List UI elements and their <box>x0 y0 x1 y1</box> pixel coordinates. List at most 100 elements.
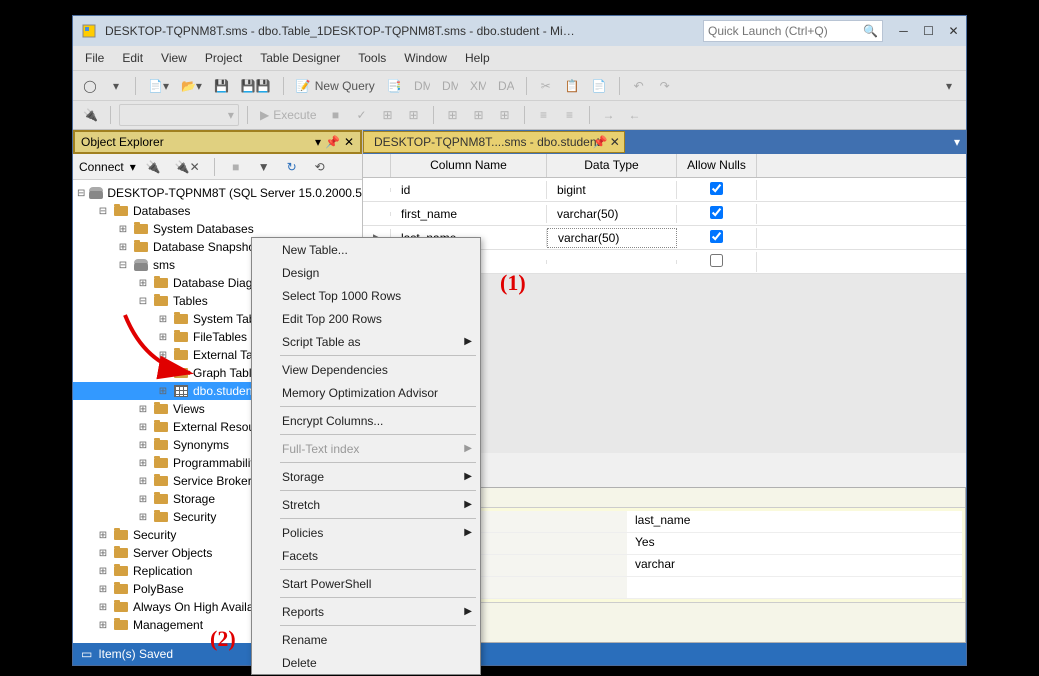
context-menu-item[interactable]: Rename <box>252 628 480 651</box>
close-panel-icon[interactable]: ✕ <box>344 135 354 149</box>
indent-button[interactable]: → <box>598 104 620 126</box>
context-menu-item[interactable]: Delete <box>252 651 480 674</box>
results-text-button[interactable]: ⊞ <box>468 104 490 126</box>
menu-help[interactable]: Help <box>457 49 498 67</box>
plan-button[interactable]: ⊞ <box>377 104 399 126</box>
context-menu-item[interactable]: Reports▶ <box>252 600 480 623</box>
menu-project[interactable]: Project <box>197 49 250 67</box>
close-tab-icon[interactable]: ✕ <box>610 135 620 149</box>
null-checkbox[interactable] <box>710 254 723 267</box>
null-checkbox[interactable] <box>710 230 723 243</box>
disconnect-icon[interactable]: 🔌✕ <box>171 156 204 178</box>
context-menu-item[interactable]: Encrypt Columns... <box>252 409 480 432</box>
status-text: Item(s) Saved <box>98 647 173 661</box>
object-explorer-header: Object Explorer ▾ 📌 ✕ <box>73 130 362 154</box>
minimize-button[interactable]: ─ <box>891 19 916 44</box>
new-query-button[interactable]: 📝 New Query <box>292 75 379 97</box>
results-grid-button[interactable]: ⊞ <box>442 104 464 126</box>
db-engine-query-button[interactable]: 📑 <box>383 75 406 97</box>
context-menu-item[interactable]: Facets <box>252 544 480 567</box>
null-checkbox[interactable] <box>710 206 723 219</box>
toolbar-sql: 🔌 ▾ ▶ Execute ■ ✓ ⊞ ⊞ ⊞ ⊞ ⊞ ≡ ≡ → ← <box>73 100 966 130</box>
toolbar-main: ◯ ▾ 📄▾ 📂▾ 💾 💾💾 📝 New Query 📑 DMX DMX XML… <box>73 70 966 100</box>
close-button[interactable]: ✕ <box>941 19 966 44</box>
col-header-nulls[interactable]: Allow Nulls <box>677 154 757 177</box>
annotation-label-2: (2) <box>210 626 236 652</box>
context-menu-item[interactable]: Stretch▶ <box>252 493 480 516</box>
save-button[interactable]: 💾 <box>210 75 233 97</box>
paste-button[interactable]: 📄 <box>588 75 611 97</box>
dropdown-icon[interactable]: ▾ <box>315 135 321 149</box>
table-row[interactable]: first_name varchar(50) <box>363 202 966 226</box>
play-icon: ▶ <box>260 108 269 122</box>
execute-button[interactable]: ▶ Execute <box>256 104 321 126</box>
tree-server[interactable]: ⊟DESKTOP-TQPNM8T (SQL Server 15.0.2000.5 <box>73 184 362 202</box>
maximize-button[interactable]: ☐ <box>916 19 941 44</box>
context-menu-item[interactable]: Memory Optimization Advisor <box>252 381 480 404</box>
uncomment-button[interactable]: ≡ <box>559 104 581 126</box>
nav-fwd-button[interactable]: ▾ <box>105 75 127 97</box>
context-menu-item[interactable]: Script Table as▶ <box>252 330 480 353</box>
titlebar: DESKTOP-TQPNM8T.sms - dbo.Table_1DESKTOP… <box>73 16 966 46</box>
context-menu-item[interactable]: Design <box>252 261 480 284</box>
xml-btn-4[interactable]: DAX <box>494 75 518 97</box>
sync-icon[interactable]: ⟲ <box>309 156 331 178</box>
outdent-button[interactable]: ← <box>624 104 646 126</box>
toolbar-overflow[interactable]: ▾ <box>938 75 960 97</box>
xml-btn-3[interactable]: XMLA <box>466 75 490 97</box>
pin-tab-icon[interactable]: 📌 <box>593 135 608 149</box>
svg-text:DMX: DMX <box>442 79 458 93</box>
col-header-type[interactable]: Data Type <box>547 154 677 177</box>
cut-button[interactable]: ✂ <box>535 75 557 97</box>
copy-button[interactable]: 📋 <box>561 75 584 97</box>
redo-button[interactable]: ↷ <box>654 75 676 97</box>
undo-button[interactable]: ↶ <box>628 75 650 97</box>
save-all-button[interactable]: 💾💾 <box>237 75 275 97</box>
doc-tab-student[interactable]: DESKTOP-TQPNM8T....sms - dbo.student 📌 ✕ <box>363 131 625 153</box>
refresh-icon[interactable]: ↻ <box>281 156 303 178</box>
menubar: File Edit View Project Table Designer To… <box>73 46 966 70</box>
filter-icon[interactable]: ▼ <box>253 156 275 178</box>
plan2-button[interactable]: ⊞ <box>403 104 425 126</box>
context-menu-item[interactable]: Storage▶ <box>252 465 480 488</box>
context-menu-item[interactable]: New Table... <box>252 238 480 261</box>
context-menu-item[interactable]: View Dependencies <box>252 358 480 381</box>
context-menu-item[interactable]: Full-Text index▶ <box>252 437 480 460</box>
quick-launch-input[interactable] <box>708 24 863 38</box>
tree-system-databases[interactable]: ⊞System Databases <box>73 220 362 238</box>
xml-btn-1[interactable]: DMX <box>410 75 434 97</box>
comment-button[interactable]: ≡ <box>533 104 555 126</box>
connection-button[interactable]: 🔌 <box>79 104 102 126</box>
menu-edit[interactable]: Edit <box>114 49 151 67</box>
parse-button[interactable]: ✓ <box>351 104 373 126</box>
pin-icon[interactable]: 📌 <box>325 135 340 149</box>
menu-file[interactable]: File <box>77 49 112 67</box>
nav-back-button[interactable]: ◯ <box>79 75 101 97</box>
menu-table-designer[interactable]: Table Designer <box>252 49 348 67</box>
explorer-toolbar: Connect ▾ 🔌 🔌✕ ■ ▼ ↻ ⟲ <box>73 154 362 180</box>
tab-dropdown-icon[interactable]: ▾ <box>948 135 966 149</box>
context-menu-item[interactable]: Select Top 1000 Rows <box>252 284 480 307</box>
xml-btn-2[interactable]: DMX <box>438 75 462 97</box>
connect-icon[interactable]: 🔌 <box>142 156 165 178</box>
context-menu-item[interactable]: Edit Top 200 Rows <box>252 307 480 330</box>
menu-view[interactable]: View <box>153 49 195 67</box>
explorer-title-label: Object Explorer <box>81 135 164 149</box>
search-icon: 🔍 <box>863 24 878 38</box>
quick-launch[interactable]: 🔍 <box>703 20 883 42</box>
menu-tools[interactable]: Tools <box>350 49 394 67</box>
menu-window[interactable]: Window <box>396 49 455 67</box>
results-file-button[interactable]: ⊞ <box>494 104 516 126</box>
null-checkbox[interactable] <box>710 182 723 195</box>
new-button[interactable]: 📄▾ <box>144 75 173 97</box>
tree-databases[interactable]: ⊟Databases <box>73 202 362 220</box>
stop-icon[interactable]: ■ <box>225 156 247 178</box>
context-menu-item[interactable]: Start PowerShell <box>252 572 480 595</box>
context-menu-item[interactable]: Policies▶ <box>252 521 480 544</box>
open-button[interactable]: 📂▾ <box>177 75 206 97</box>
col-header-name[interactable]: Column Name <box>391 154 547 177</box>
connect-label[interactable]: Connect <box>79 160 124 174</box>
stop-button[interactable]: ■ <box>325 104 347 126</box>
db-combo[interactable]: ▾ <box>119 104 239 126</box>
table-row[interactable]: id bigint <box>363 178 966 202</box>
